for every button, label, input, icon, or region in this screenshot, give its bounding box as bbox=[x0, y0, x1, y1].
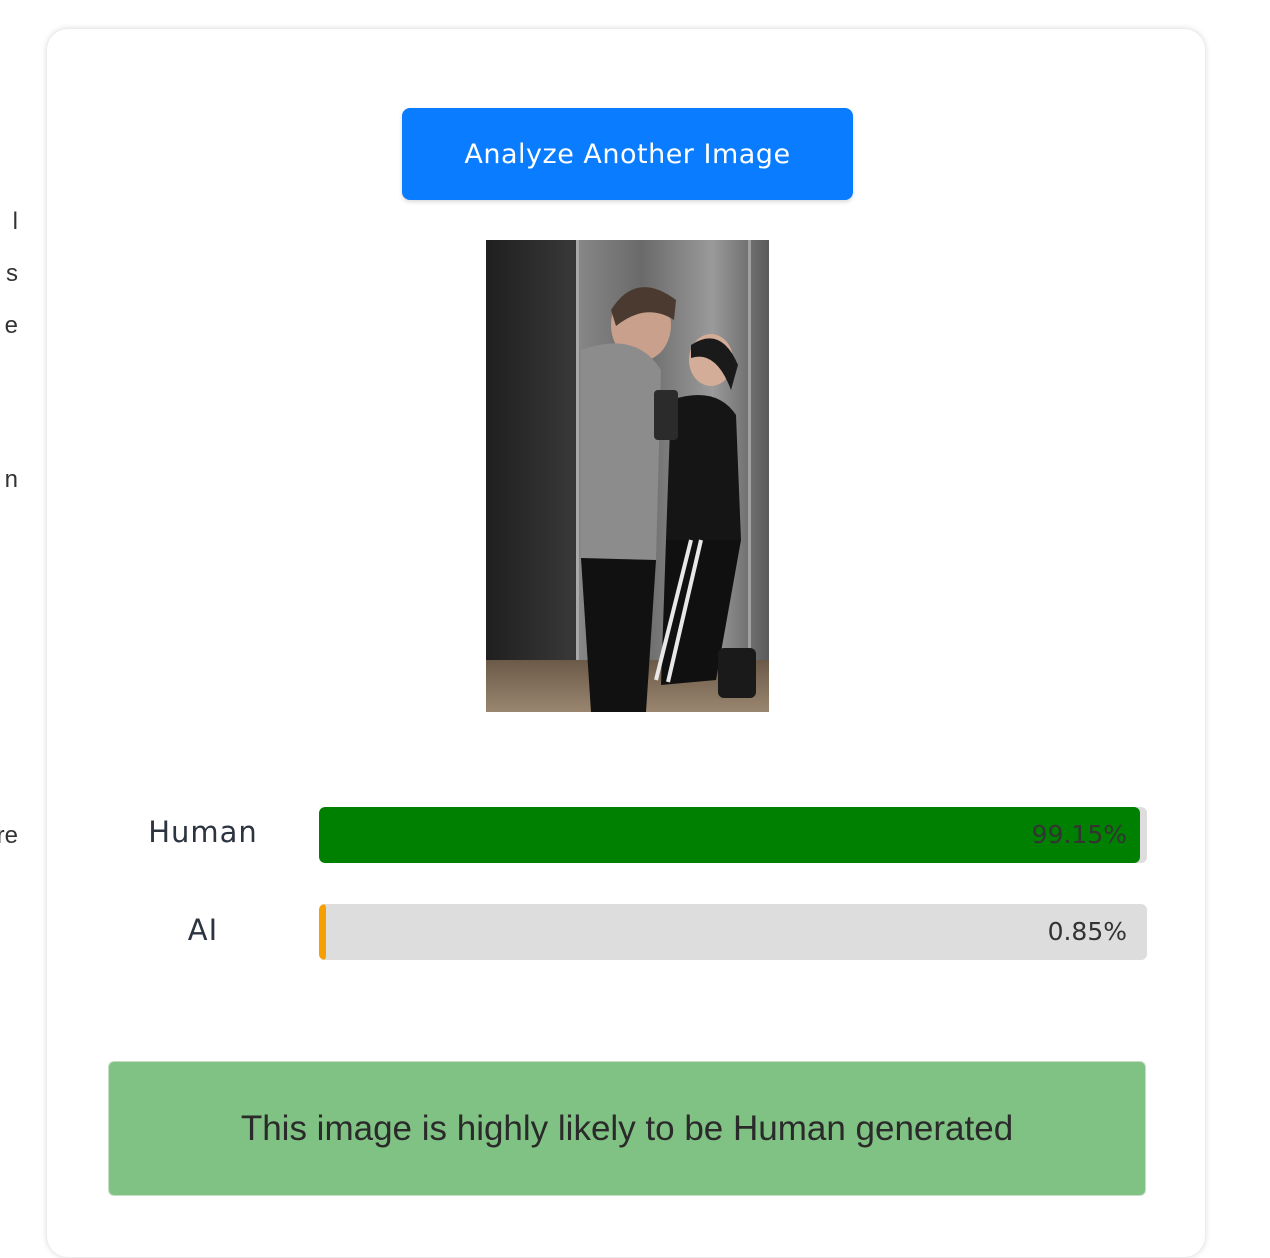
ai-label: AI bbox=[187, 913, 219, 947]
analyze-another-image-button[interactable]: Analyze Another Image bbox=[402, 108, 853, 200]
result-card: Analyze Another Image Human 99.15% AI 0.… bbox=[46, 28, 1206, 1258]
human-label: Human bbox=[148, 815, 258, 849]
verdict-box: This image is highly likely to be Human … bbox=[108, 1061, 1146, 1196]
human-percentage: 99.15% bbox=[1031, 820, 1127, 849]
ai-probability-bar: 0.85% bbox=[319, 904, 1147, 960]
verdict-text: This image is highly likely to be Human … bbox=[240, 1108, 1014, 1148]
left-fragment-5: re bbox=[0, 822, 18, 849]
human-probability-bar: 99.15% bbox=[319, 807, 1147, 863]
uploaded-photo bbox=[486, 240, 769, 712]
left-cut-off-text: l s e n re bbox=[0, 0, 30, 1233]
left-fragment-2: s bbox=[6, 260, 18, 287]
left-fragment-4: n bbox=[4, 466, 18, 493]
left-fragment-3: e bbox=[4, 312, 18, 339]
human-bar-fill bbox=[319, 807, 1140, 863]
left-fragment-1: l bbox=[12, 208, 18, 235]
ai-bar-fill bbox=[319, 904, 327, 960]
ai-percentage: 0.85% bbox=[1047, 917, 1127, 946]
